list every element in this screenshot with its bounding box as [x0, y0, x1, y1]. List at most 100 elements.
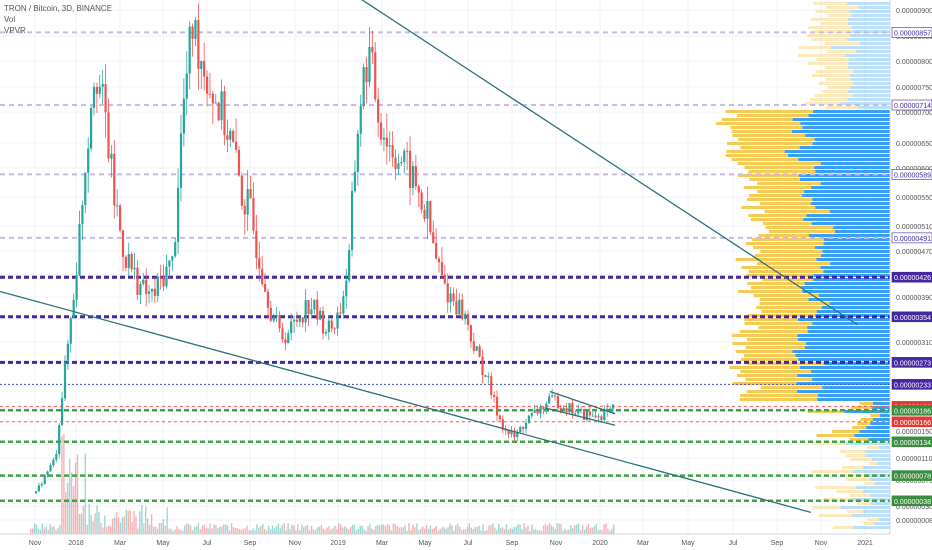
level-label-0.00000273[interactable]: 0.00000273	[894, 360, 931, 367]
candle-body[interactable]	[107, 112, 110, 159]
candle-body[interactable]	[162, 276, 165, 287]
candle-body[interactable]	[113, 153, 116, 206]
candle-body[interactable]	[603, 411, 606, 421]
candle-body[interactable]	[542, 406, 545, 410]
candle-body[interactable]	[69, 318, 72, 344]
level-label-0.00000186[interactable]: 0.00000186	[894, 408, 931, 415]
candle-body[interactable]	[150, 288, 154, 292]
candle-body[interactable]	[565, 408, 568, 413]
candle-body[interactable]	[46, 471, 49, 476]
candle-body[interactable]	[182, 98, 185, 134]
candle-body[interactable]	[261, 268, 264, 284]
candle-body[interactable]	[185, 73, 188, 99]
candle-body[interactable]	[179, 133, 183, 188]
candle-body[interactable]	[52, 459, 55, 466]
candle-body[interactable]	[197, 19, 200, 69]
candle-body[interactable]	[290, 321, 293, 334]
candle-body[interactable]	[394, 157, 397, 170]
candle-body[interactable]	[87, 148, 90, 173]
candle-body[interactable]	[246, 189, 249, 215]
candle-body[interactable]	[539, 406, 542, 414]
candle-body[interactable]	[278, 315, 281, 329]
vpvr-indicator-label[interactable]: VPVR	[4, 25, 112, 36]
candle-body[interactable]	[385, 137, 388, 147]
candle-body[interactable]	[232, 130, 235, 142]
candle-body[interactable]	[298, 317, 301, 322]
candlesticks[interactable]	[34, 3, 615, 494]
candle-body[interactable]	[269, 307, 272, 321]
candle-body[interactable]	[519, 426, 522, 433]
time-axis[interactable]: Nov 2018 Mar May Jul Sep Nov 2019 Mar May Jul Sep No…	[0, 533, 890, 547]
candle-body[interactable]	[391, 145, 394, 158]
candle-body[interactable]	[208, 93, 212, 95]
candle-body[interactable]	[37, 485, 40, 492]
candle-body[interactable]	[414, 165, 417, 187]
candle-body[interactable]	[121, 230, 125, 257]
level-label-0.00000426[interactable]: 0.00000426	[894, 275, 931, 282]
candle-body[interactable]	[95, 87, 98, 94]
candle-body[interactable]	[237, 149, 241, 176]
candle-body[interactable]	[313, 299, 316, 310]
candle-body[interactable]	[478, 346, 481, 357]
level-label-0.00000491[interactable]: 0.00000491	[894, 236, 931, 243]
candle-body[interactable]	[556, 396, 560, 408]
candle-body[interactable]	[240, 175, 243, 206]
candle-body[interactable]	[551, 395, 554, 397]
candle-body[interactable]	[345, 280, 348, 297]
price-axis[interactable]: 0.000009000.000008500.000008000.00000750…	[889, 0, 932, 550]
candle-body[interactable]	[353, 171, 357, 192]
candle-body[interactable]	[530, 412, 533, 416]
candle-body[interactable]	[449, 293, 452, 303]
candle-body[interactable]	[266, 291, 270, 308]
candle-body[interactable]	[466, 313, 470, 325]
candle-body[interactable]	[388, 145, 391, 147]
candle-body[interactable]	[203, 61, 206, 77]
candle-body[interactable]	[226, 135, 229, 140]
candle-body[interactable]	[127, 254, 130, 268]
candle-body[interactable]	[205, 76, 209, 94]
candle-body[interactable]	[568, 403, 571, 413]
candle-body[interactable]	[522, 426, 525, 429]
level-label-0.00000857[interactable]: 0.00000857	[894, 30, 931, 37]
candle-body[interactable]	[133, 267, 136, 270]
chart-title[interactable]: TRON / Bitcoin, 3D, BINANCE	[4, 3, 112, 14]
candle-body[interactable]	[243, 205, 246, 215]
candle-body[interactable]	[60, 398, 64, 426]
candle-body[interactable]	[110, 153, 113, 159]
candle-body[interactable]	[524, 422, 528, 429]
candle-body[interactable]	[475, 346, 478, 351]
candle-body[interactable]	[374, 52, 377, 100]
candle-body[interactable]	[327, 320, 330, 332]
candle-body[interactable]	[321, 310, 325, 334]
candle-body[interactable]	[379, 122, 383, 140]
candle-body[interactable]	[609, 408, 612, 410]
candle-body[interactable]	[406, 150, 409, 152]
candle-body[interactable]	[101, 84, 104, 87]
level-label-0.00000233[interactable]: 0.00000233	[894, 382, 931, 389]
candle-body[interactable]	[194, 19, 197, 39]
candle-body[interactable]	[118, 205, 122, 231]
candle-body[interactable]	[55, 453, 58, 460]
candle-body[interactable]	[446, 283, 449, 303]
candle-body[interactable]	[397, 163, 400, 170]
candle-body[interactable]	[176, 187, 180, 243]
candle-body[interactable]	[400, 162, 403, 164]
candle-body[interactable]	[304, 300, 307, 323]
candle-body[interactable]	[469, 324, 473, 342]
candle-body[interactable]	[429, 200, 432, 233]
candle-body[interactable]	[440, 262, 444, 275]
candle-body[interactable]	[356, 133, 359, 172]
candle-body[interactable]	[272, 316, 275, 321]
candle-body[interactable]	[145, 279, 148, 294]
candle-body[interactable]	[168, 260, 171, 267]
level-label-0.00000078[interactable]: 0.00000078	[894, 474, 931, 481]
candle-body[interactable]	[275, 315, 278, 317]
candle-body[interactable]	[217, 102, 220, 121]
candle-body[interactable]	[66, 343, 69, 363]
level-label-0.00000038[interactable]: 0.00000038	[894, 499, 931, 506]
candle-body[interactable]	[171, 256, 174, 261]
candle-body[interactable]	[174, 242, 177, 257]
candle-body[interactable]	[310, 309, 313, 315]
candle-body[interactable]	[359, 105, 362, 134]
level-label-0.00000589[interactable]: 0.00000589	[894, 172, 931, 179]
